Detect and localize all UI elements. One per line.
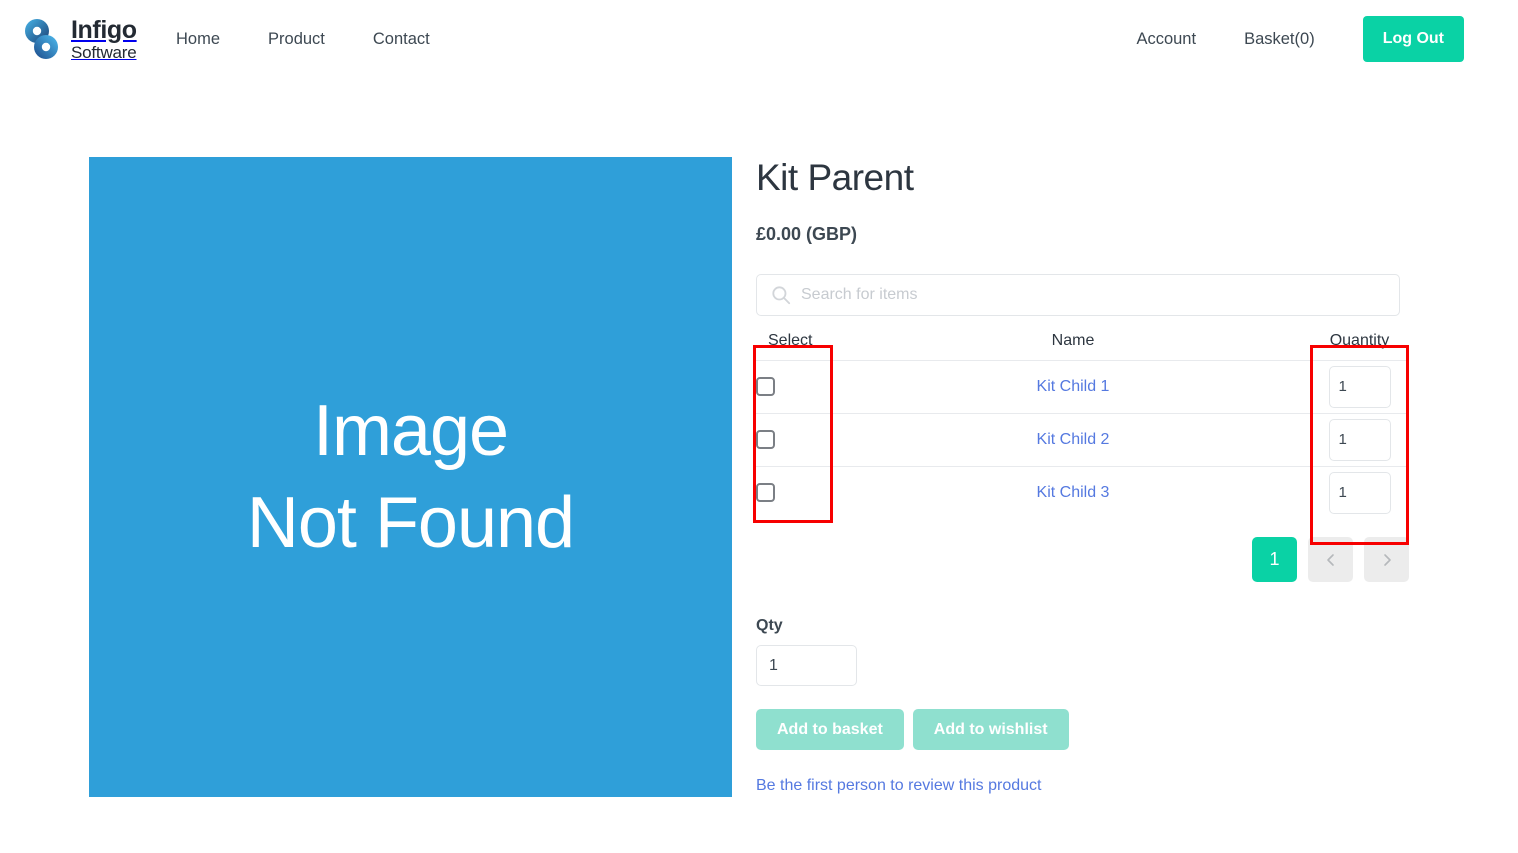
row-quantity-input-2[interactable] bbox=[1328, 418, 1391, 461]
cell-name: Kit Child 1 bbox=[836, 360, 1310, 414]
item-link-kit-child-3[interactable]: Kit Child 3 bbox=[1037, 484, 1110, 501]
item-link-kit-child-1[interactable]: Kit Child 1 bbox=[1037, 378, 1110, 395]
kit-items-table-head: Select Name Quantity bbox=[756, 331, 1409, 361]
row-quantity-input-1[interactable] bbox=[1328, 365, 1391, 408]
item-search bbox=[756, 273, 1400, 316]
cell-name: Kit Child 2 bbox=[836, 413, 1310, 467]
product-image-placeholder: Image Not Found bbox=[89, 157, 732, 797]
product-actions: Add to basket Add to wishlist bbox=[756, 709, 1416, 751]
row-select-checkbox-1[interactable] bbox=[756, 377, 775, 397]
cell-select bbox=[756, 466, 836, 519]
cell-quantity bbox=[1310, 360, 1409, 414]
quantity-label: Qty bbox=[756, 617, 783, 635]
row-quantity-input-3[interactable] bbox=[1328, 471, 1391, 514]
account-navigation: Account Basket(0) Log Out bbox=[1136, 0, 1464, 78]
table-header-row: Select Name Quantity bbox=[756, 331, 1409, 361]
cell-quantity bbox=[1310, 466, 1409, 519]
pagination: 1 bbox=[756, 537, 1409, 583]
pagination-previous-button[interactable] bbox=[1308, 537, 1353, 583]
column-header-select: Select bbox=[756, 331, 836, 361]
brand-subtitle: Software bbox=[71, 42, 137, 62]
add-to-wishlist-button[interactable]: Add to wishlist bbox=[912, 709, 1069, 751]
table-row: Kit Child 2 bbox=[756, 413, 1409, 467]
cell-name: Kit Child 3 bbox=[836, 466, 1310, 519]
kit-items-table-body: Kit Child 1 Kit Child 2 bbox=[756, 360, 1409, 519]
nav-link-product[interactable]: Product bbox=[268, 30, 325, 49]
brand-wordmark: Infigo Software bbox=[71, 15, 137, 62]
chevron-right-icon bbox=[1379, 552, 1395, 568]
item-link-kit-child-2[interactable]: Kit Child 2 bbox=[1037, 431, 1110, 448]
product-image-placeholder-line-1: Image bbox=[312, 390, 509, 471]
brand-name: Infigo bbox=[71, 15, 137, 44]
quantity-input[interactable] bbox=[756, 645, 857, 687]
product-details: Kit Parent £0.00 (GBP) Select Name Quant… bbox=[756, 78, 1416, 795]
row-select-checkbox-2[interactable] bbox=[756, 430, 775, 450]
cell-quantity bbox=[1310, 413, 1409, 467]
kit-items-table: Select Name Quantity Kit Child 1 1 Kit C… bbox=[756, 331, 1409, 520]
main-content: Image Not Found Kit Parent £0.00 (GBP) S… bbox=[0, 78, 1518, 853]
cell-select bbox=[756, 413, 836, 467]
chevron-left-icon bbox=[1323, 552, 1339, 568]
nav-link-basket[interactable]: Basket(0) bbox=[1244, 30, 1315, 49]
column-header-quantity: Quantity bbox=[1310, 331, 1409, 361]
site-header: Infigo Software Home Product Contact Acc… bbox=[0, 0, 1518, 78]
table-row: Kit Child 3 bbox=[756, 466, 1409, 519]
product-price: £0.00 (GBP) bbox=[756, 223, 858, 244]
primary-navigation: Home Product Contact bbox=[176, 0, 478, 78]
product-title: Kit Parent bbox=[756, 157, 914, 198]
nav-link-account[interactable]: Account bbox=[1136, 30, 1196, 49]
pagination-page-1[interactable]: 1 bbox=[1252, 537, 1297, 583]
nav-link-home[interactable]: Home bbox=[176, 30, 220, 49]
pagination-next-button[interactable] bbox=[1364, 537, 1409, 583]
row-select-checkbox-3[interactable] bbox=[756, 483, 775, 503]
product-image-placeholder-line-2: Not Found bbox=[246, 483, 575, 563]
write-review-link[interactable]: Be the first person to review this produ… bbox=[756, 777, 1041, 795]
add-to-basket-button[interactable]: Add to basket bbox=[756, 709, 904, 751]
cell-select bbox=[756, 360, 836, 414]
infinity-loop-logo-icon bbox=[22, 17, 64, 61]
table-row: Kit Child 1 bbox=[756, 360, 1409, 414]
column-header-name: Name bbox=[836, 331, 1310, 361]
brand-logo[interactable]: Infigo Software bbox=[22, 14, 137, 64]
log-out-button[interactable]: Log Out bbox=[1362, 16, 1464, 62]
search-input[interactable] bbox=[756, 273, 1400, 316]
nav-link-contact[interactable]: Contact bbox=[373, 30, 430, 49]
